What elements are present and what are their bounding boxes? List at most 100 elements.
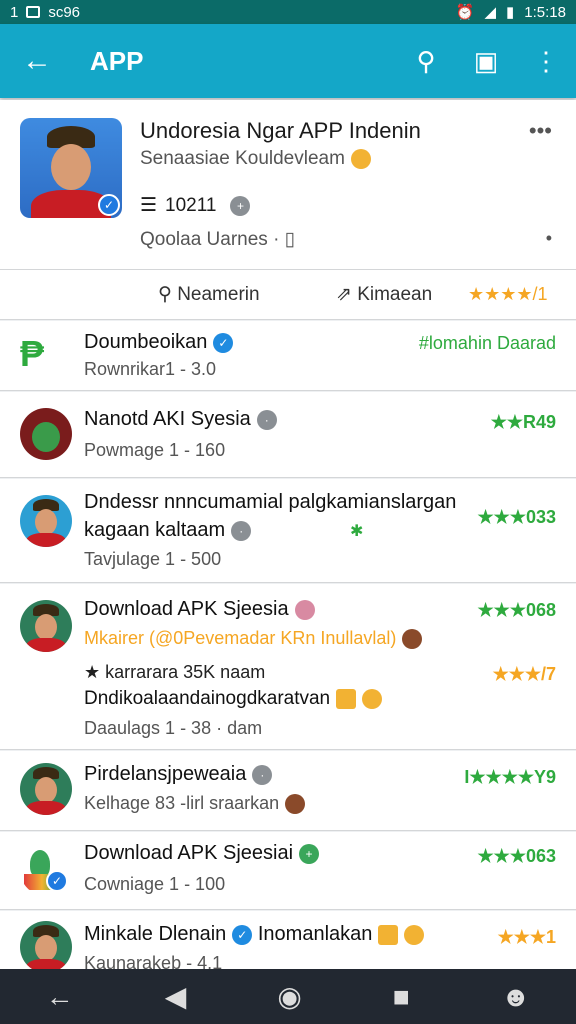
battery-icon: ▮: [506, 4, 515, 21]
item-right: ★★★1: [497, 927, 556, 947]
item-right2: ★★★/7: [492, 664, 556, 684]
emoji-icon: [378, 924, 399, 945]
item-sub4: Daaulags 1 - 38 · dam: [84, 718, 263, 738]
info-icon: ·: [252, 764, 273, 785]
notification-icon: [26, 6, 41, 18]
list-item[interactable]: Download APK Sjeesia Mkairer (@0Pevemada…: [0, 584, 576, 750]
emoji-icon: [404, 924, 425, 945]
item-right: ★★★033: [477, 507, 556, 527]
list-icon: ☰: [140, 195, 158, 216]
avatar: ✓: [20, 844, 72, 896]
app-icon[interactable]: ✓: [20, 118, 122, 218]
nav-recents-icon[interactable]: ■: [393, 981, 410, 1013]
nav-assistant-icon[interactable]: ☻: [501, 981, 530, 1013]
search-small-icon: ⚲: [158, 284, 178, 305]
status-left-text: 1: [10, 3, 19, 21]
app-id-row: ☰ 10211 +: [140, 194, 251, 217]
item-sub2: ★ karrarara 35K naam: [84, 662, 266, 682]
list-item[interactable]: ₱ Doumbeoikan ✓ Rownrikar1 - 3.0 #lomahin…: [0, 321, 576, 391]
verified-badge-icon: ✓: [46, 870, 68, 892]
share-icon: ⇗: [336, 284, 358, 305]
search-action[interactable]: ⚲ Neamerin: [158, 283, 260, 306]
avatar: [20, 763, 72, 815]
item-title: Doumbeoikan ✓: [84, 331, 234, 354]
logo-icon: ₱: [20, 333, 45, 374]
badge-icon: [294, 599, 315, 620]
item-title-line2: kagaan kaltaam ·: [84, 519, 252, 542]
more-horiz-icon[interactable]: •••: [529, 118, 552, 144]
app-title: Undoresia Ngar APP Indenin: [140, 118, 421, 143]
sparkle-icon: ✱: [350, 523, 364, 540]
rating-stars: ★★★★/1: [468, 284, 548, 304]
suit-shape: [26, 801, 66, 815]
face-shape: [35, 509, 57, 535]
face-shape: [35, 777, 57, 803]
system-nav-bar: ← ◀ ◉ ■ ☻: [0, 969, 576, 1024]
back-arrow-icon[interactable]: ←: [0, 44, 74, 78]
nav-back-arrow-icon[interactable]: ←: [46, 981, 74, 1013]
list-item[interactable]: Minkale Dlenain ✓ Inomanlakan Kaunarakeb …: [0, 911, 576, 969]
status-bar: 1 sc96 ⏰ ◢ ▮ 1:5:18: [0, 0, 576, 24]
item-right: I★★★★Y9: [464, 767, 556, 787]
emoji-icon: [362, 688, 383, 709]
item-right: #lomahin Daarad: [418, 333, 556, 353]
item-right: ★★★068: [477, 600, 556, 620]
avatar: [20, 408, 72, 460]
nav-back-icon[interactable]: ◀: [165, 980, 187, 1013]
info-icon: +: [299, 843, 320, 864]
signal-icon: ◢: [484, 4, 497, 21]
item-sub: Mkairer (@0Pevemadar KRn Inullavlal): [84, 628, 423, 650]
list-item[interactable]: Pirdelansjpeweaia · Kelhage 83 -lirl sraa…: [0, 751, 576, 831]
face-shape: [35, 935, 57, 961]
cart-icon[interactable]: ▣: [456, 46, 516, 77]
avatar: [20, 600, 72, 652]
item-sub: Tavjulage 1 - 500: [84, 549, 222, 569]
face-shape: [35, 614, 57, 640]
item-title: Dndessr nnncumamial palgkamianslargan: [84, 491, 457, 513]
alarm-icon: ⏰: [455, 4, 475, 21]
list-item[interactable]: Nanotd AKI Syesia · Powmage 1 - 160 ★★R49: [0, 392, 576, 478]
emoji-icon: [350, 148, 371, 169]
list-item[interactable]: ✓ Download APK Sjeesiai + Cowniage 1 - 10…: [0, 832, 576, 910]
more-vert-icon[interactable]: ⋮: [516, 46, 576, 77]
suit-shape: [26, 959, 66, 969]
item-sub: Powmage 1 - 160: [84, 440, 226, 460]
page-title: APP: [90, 45, 144, 76]
item-sub: Rownrikar1 - 3.0: [84, 359, 217, 379]
app-list: ₱ Doumbeoikan ✓ Rownrikar1 - 3.0 #lomahin…: [0, 321, 576, 969]
dot-icon: •: [545, 228, 552, 248]
emoji-icon: [285, 794, 306, 815]
item-title-extra: Inomanlakan: [257, 923, 373, 945]
item-sub: Cowniage 1 - 100: [84, 874, 226, 894]
item-sub: Kelhage 83 -lirl sraarkan: [84, 793, 306, 815]
item-sub3: Dndikoalaandainogdkaratvan: [84, 688, 383, 710]
item-title: Download APK Sjeesia: [84, 598, 315, 621]
app-id: 10211: [165, 194, 217, 216]
status-time: 1:5:18: [524, 3, 566, 21]
item-sub: Kaunarakeb - 4.1: [84, 953, 223, 969]
face-shape: [51, 144, 91, 190]
avatar: [20, 921, 72, 969]
item-title: Pirdelansjpeweaia ·: [84, 763, 273, 786]
status-center-text: sc96: [48, 3, 81, 21]
verified-icon: ✓: [232, 924, 253, 945]
emoji-icon: [336, 688, 357, 709]
suit-shape: [26, 638, 66, 652]
info-icon: ·: [231, 520, 252, 541]
app-subtitle: Senaasiae Kouldevleam: [140, 148, 371, 170]
action-row: ⚲ Neamerin ⇗ Kimaean ★★★★/1: [0, 270, 576, 320]
nav-home-icon[interactable]: ◉: [277, 980, 301, 1013]
share-action[interactable]: ⇗ Kimaean: [336, 283, 432, 306]
item-title: Download APK Sjeesiai +: [84, 842, 320, 865]
info-icon: ·: [256, 409, 277, 430]
verified-icon: ✓: [213, 332, 234, 353]
item-title: Minkale Dlenain ✓ Inomanlakan: [84, 923, 425, 946]
info-icon: +: [230, 195, 251, 216]
app-q-text: Qoolaa Uarnes · ▯: [140, 229, 296, 250]
suit-shape: [26, 533, 66, 547]
app-detail-card: ✓ Undoresia Ngar APP Indenin ••• Senaasi…: [0, 100, 576, 270]
search-icon[interactable]: ⚲: [396, 46, 456, 77]
list-item[interactable]: Dndessr nnncumamial palgkamianslargan ka…: [0, 479, 576, 583]
emoji-icon: [402, 629, 423, 650]
avatar: [20, 495, 72, 547]
